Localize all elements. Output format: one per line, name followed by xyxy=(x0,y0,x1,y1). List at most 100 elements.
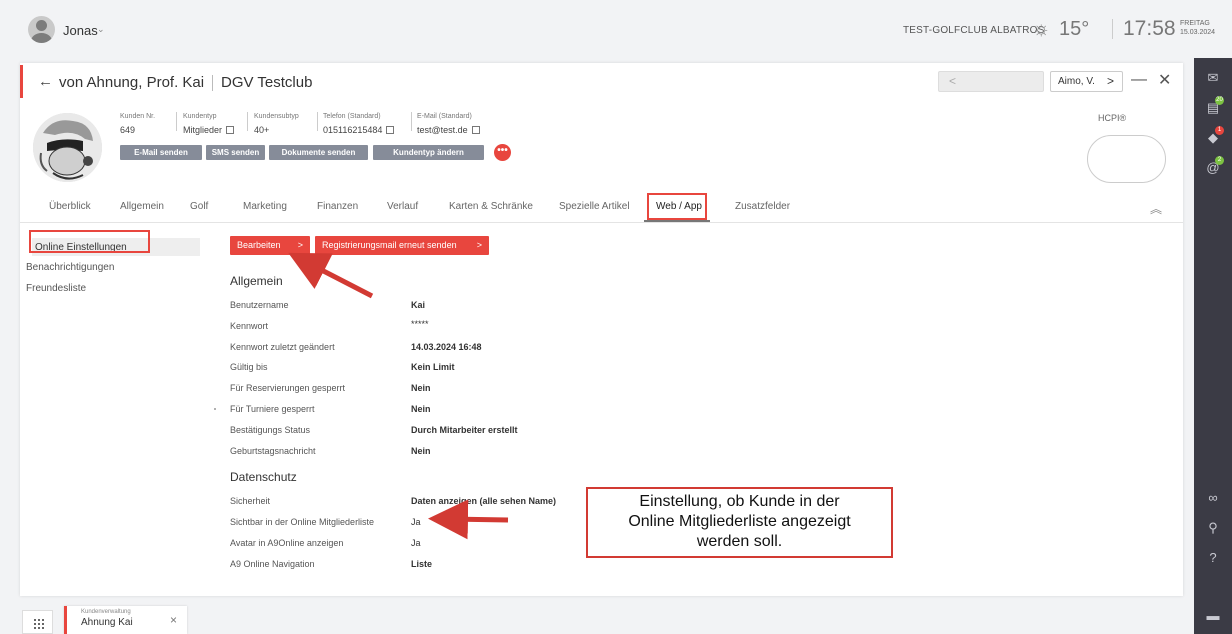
back-arrow-icon[interactable]: ← xyxy=(38,73,53,90)
row-value: Durch Mitarbeiter erstellt xyxy=(411,425,518,435)
external-link-icon[interactable] xyxy=(226,126,235,134)
sun-icon: ☼ xyxy=(1032,18,1051,40)
next-customer-button[interactable]: Aimo, V. > xyxy=(1050,71,1123,92)
send-documents-button[interactable]: Dokumente senden xyxy=(269,145,368,160)
user-name[interactable]: Jonas xyxy=(63,23,98,38)
send-sms-button[interactable]: SMS senden xyxy=(206,145,265,160)
row-label: Geburtstagsnachricht xyxy=(230,446,316,456)
row-value: ***** xyxy=(411,319,429,329)
search-icon[interactable]: ⚲ xyxy=(1205,520,1221,536)
chevron-right-icon: > xyxy=(297,240,303,250)
submenu-highlight-annotation xyxy=(29,230,150,253)
task-tab[interactable]: Kundenverwaltung Ahnung Kai × xyxy=(64,606,187,634)
temperature: 15° xyxy=(1059,18,1090,40)
glasses-icon[interactable]: ∞ xyxy=(1205,490,1221,506)
resend-registration-mail-button[interactable]: Registrierungsmail erneut senden > xyxy=(315,236,489,255)
tab-special-articles[interactable]: Spezielle Artikel xyxy=(559,201,630,212)
row-label: Kennwort zuletzt geändert xyxy=(230,342,335,352)
callout-line: Einstellung, ob Kunde in der xyxy=(639,493,840,510)
row-value: Daten anzeigen (alle sehen Name) xyxy=(411,496,557,506)
mail-icon[interactable]: ✉ xyxy=(1205,70,1221,86)
customer-photo-image xyxy=(33,113,102,182)
tab-finances[interactable]: Finanzen xyxy=(317,201,358,212)
notification-badge: 2 xyxy=(1215,156,1224,165)
resend-registration-mail-label: Registrierungsmail erneut senden xyxy=(322,240,457,250)
tab-extra-fields[interactable]: Zusatzfelder xyxy=(735,201,790,212)
row-label: Bestätigungs Status xyxy=(230,425,311,435)
tab-marketing[interactable]: Marketing xyxy=(243,201,287,212)
annotation-callout: Einstellung, ob Kunde in der Online Mitg… xyxy=(586,487,893,558)
next-customer-label: Aimo, V. xyxy=(1058,76,1095,87)
at-icon[interactable]: @ 2 xyxy=(1205,156,1224,176)
send-email-button[interactable]: E-Mail senden xyxy=(120,145,202,160)
customer-photo[interactable] xyxy=(33,113,102,182)
task-name: Ahnung Kai xyxy=(81,617,133,628)
tab-highlight-annotation xyxy=(647,193,707,220)
divider xyxy=(1112,19,1113,39)
customer-type: Mitglieder xyxy=(183,125,223,135)
section-privacy-title: Datenschutz xyxy=(230,470,297,484)
divider xyxy=(212,75,213,91)
row-value: 14.03.2024 16:48 xyxy=(411,342,482,352)
callout-line: Online Mitgliederliste angezeigt xyxy=(628,513,851,530)
more-actions-button[interactable]: ••• xyxy=(494,144,511,161)
close-icon[interactable]: × xyxy=(170,613,177,627)
divider xyxy=(411,112,412,131)
minimize-icon[interactable]: — xyxy=(1131,71,1147,89)
row-label: Benutzername xyxy=(230,300,289,310)
hcpi-value-box xyxy=(1087,135,1166,183)
notification-badge: 1 xyxy=(1215,126,1224,135)
row-label: Gültig bis xyxy=(230,362,268,372)
edit-button-label: Bearbeiten xyxy=(237,240,281,250)
submenu-notifications[interactable]: Benachrichtigungen xyxy=(26,262,114,273)
customer-number: 649 xyxy=(120,125,136,135)
phone-label: Telefon (Standard) xyxy=(323,113,381,120)
customer-name: von Ahnung, Prof. Kai xyxy=(59,74,205,91)
date-display: FREITAG 15.03.2024 xyxy=(1180,19,1215,37)
separator-dot xyxy=(214,408,216,410)
row-label: Kennwort xyxy=(230,321,269,331)
customer-club: DGV Testclub xyxy=(221,74,313,91)
help-icon[interactable]: ? xyxy=(1205,550,1221,566)
phone-number: 015116215484 xyxy=(323,125,383,135)
tag-icon[interactable]: ◆ 1 xyxy=(1205,126,1224,146)
tab-cards-lockers[interactable]: Karten & Schränke xyxy=(449,201,533,212)
tab-overview[interactable]: Überblick xyxy=(49,201,91,212)
email-field: E-Mail (Standard) test@test.de xyxy=(417,111,480,136)
customer-number-field: Kunden Nr. 649 xyxy=(120,111,155,136)
external-link-icon[interactable] xyxy=(471,126,480,134)
section-general-title: Allgemein xyxy=(230,274,283,288)
user-avatar[interactable] xyxy=(28,16,55,43)
row-value: Kai xyxy=(411,300,426,310)
tab-golf[interactable]: Golf xyxy=(190,201,208,212)
collapse-icon[interactable]: ︽ xyxy=(1150,200,1162,217)
customer-subtype-field: Kundensubtyp 40+ xyxy=(254,111,299,136)
row-label: Für Turniere gesperrt xyxy=(230,404,315,414)
tab-general[interactable]: Allgemein xyxy=(120,201,164,212)
row-value: Ja xyxy=(411,538,421,548)
divider xyxy=(176,112,177,131)
change-customer-type-button[interactable]: Kundentyp ändern xyxy=(373,145,484,160)
app-grid-button[interactable] xyxy=(22,610,53,634)
row-value: Kein Limit xyxy=(411,362,455,372)
callout-line: werden soll. xyxy=(696,533,783,550)
customer-subtype-label: Kundensubtyp xyxy=(254,113,299,120)
phone-field: Telefon (Standard) 015116215484 xyxy=(323,111,395,136)
date: 15.03.2024 xyxy=(1180,29,1216,36)
top-bar: Jonas ⌄ TEST-GOLFCLUB ALBATROS ☼ 15° 17:… xyxy=(0,0,1215,58)
submenu-friends-list[interactable]: Freundesliste xyxy=(26,283,86,294)
chat-icon[interactable]: ▬ xyxy=(1205,608,1221,624)
close-icon[interactable]: ✕ xyxy=(1158,70,1171,90)
task-module-label: Kundenverwaltung xyxy=(81,609,131,615)
external-link-icon[interactable] xyxy=(386,126,395,134)
hcpi-label: HCPI® xyxy=(1098,113,1127,123)
previous-customer-button[interactable]: < xyxy=(938,71,1044,92)
tab-history[interactable]: Verlauf xyxy=(387,201,418,212)
clipboard-icon[interactable]: ▤ 20 xyxy=(1205,96,1224,116)
edit-button[interactable]: Bearbeiten > xyxy=(230,236,310,255)
row-label: Für Reservierungen gesperrt xyxy=(230,383,346,393)
chevron-down-icon[interactable]: ⌄ xyxy=(97,24,105,35)
clock: 17:58 xyxy=(1123,17,1176,40)
row-value: Nein xyxy=(411,383,431,393)
row-label: Sichtbar in der Online Mitgliederliste xyxy=(230,517,375,527)
